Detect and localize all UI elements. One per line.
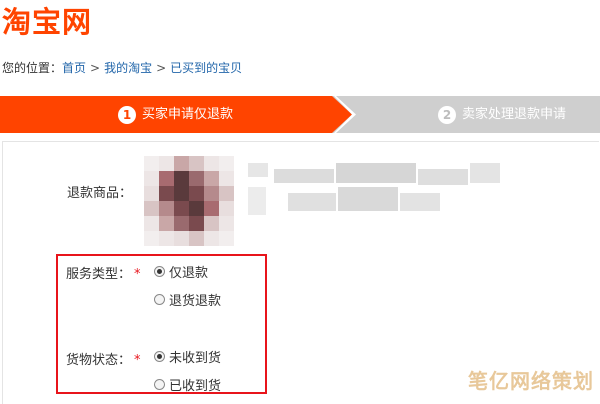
step-1-number: 1	[118, 105, 136, 124]
option-not-received-label: 未收到货	[169, 351, 222, 366]
required-mark: *	[134, 353, 141, 368]
thumbnail-pixel	[204, 171, 219, 186]
breadcrumb-separator: >	[90, 61, 101, 75]
step-2-label: 卖家处理退款申请	[462, 107, 567, 122]
thumbnail-pixel	[204, 186, 219, 201]
thumbnail-pixel	[174, 156, 189, 171]
option-return-refund[interactable]: 退货退款	[154, 290, 221, 309]
radio-checked-icon[interactable]	[154, 266, 165, 277]
option-received[interactable]: 已收到货	[154, 375, 221, 394]
required-mark: *	[134, 267, 141, 282]
taobao-logo[interactable]: 淘宝网	[2, 2, 92, 42]
breadcrumb-home-link[interactable]: 首页	[62, 61, 86, 75]
thumbnail-pixel	[204, 216, 219, 231]
thumbnail-pixel	[189, 156, 204, 171]
thumbnail-pixel	[219, 186, 234, 201]
refund-goods-label: 退款商品：	[67, 186, 133, 201]
progress-steps: 1 买家申请仅退款 2 卖家处理退款申请	[0, 96, 600, 133]
thumbnail-pixel	[159, 231, 174, 246]
breadcrumb: 您的位置：首页 > 我的淘宝 > 已买到的宝贝	[2, 60, 242, 76]
thumbnail-pixel	[174, 186, 189, 201]
thumbnail-pixel	[144, 156, 159, 171]
thumbnail-pixel	[189, 201, 204, 216]
option-return-refund-label: 退货退款	[169, 294, 222, 309]
thumbnail-pixel	[144, 231, 159, 246]
option-not-received[interactable]: 未收到货	[154, 347, 221, 366]
step-1-label: 买家申请仅退款	[142, 107, 234, 122]
goods-status-label: 货物状态： *	[66, 353, 141, 368]
thumbnail-pixel	[174, 201, 189, 216]
watermark: 笔亿网络策划	[468, 369, 594, 393]
radio-checked-icon[interactable]	[154, 351, 165, 362]
thumbnail-pixel	[219, 216, 234, 231]
thumbnail-pixel	[159, 171, 174, 186]
thumbnail-pixel	[174, 171, 189, 186]
step-2: 2 卖家处理退款申请	[438, 96, 566, 133]
thumbnail-pixel	[144, 171, 159, 186]
option-refund-only[interactable]: 仅退款	[154, 262, 208, 281]
thumbnail-pixel	[189, 171, 204, 186]
breadcrumb-separator: >	[156, 61, 167, 75]
breadcrumb-purchased-link[interactable]: 已买到的宝贝	[170, 61, 242, 75]
service-type-label: 服务类型： *	[66, 267, 141, 282]
thumbnail-pixel	[159, 186, 174, 201]
thumbnail-pixel	[219, 156, 234, 171]
thumbnail-pixel	[189, 216, 204, 231]
thumbnail-pixel	[144, 201, 159, 216]
breadcrumb-prefix: 您的位置：	[2, 61, 63, 75]
thumbnail-pixel	[219, 171, 234, 186]
thumbnail-pixel	[204, 201, 219, 216]
product-thumbnail[interactable]	[144, 156, 234, 246]
step-2-number: 2	[438, 105, 456, 124]
thumbnail-pixel	[219, 201, 234, 216]
thumbnail-pixel	[159, 156, 174, 171]
step-1: 1 买家申请仅退款	[118, 96, 233, 133]
thumbnail-pixel	[159, 216, 174, 231]
radio-unchecked-icon[interactable]	[154, 294, 165, 305]
breadcrumb-my-taobao-link[interactable]: 我的淘宝	[104, 61, 152, 75]
thumbnail-pixel	[144, 186, 159, 201]
thumbnail-pixel	[204, 231, 219, 246]
thumbnail-pixel	[219, 231, 234, 246]
thumbnail-pixel	[174, 231, 189, 246]
thumbnail-pixel	[189, 231, 204, 246]
radio-unchecked-icon[interactable]	[154, 379, 165, 390]
option-received-label: 已收到货	[169, 379, 222, 394]
thumbnail-pixel	[204, 156, 219, 171]
option-refund-only-label: 仅退款	[169, 266, 209, 281]
thumbnail-pixel	[174, 216, 189, 231]
product-title-blurred[interactable]	[248, 155, 508, 220]
thumbnail-pixel	[144, 216, 159, 231]
thumbnail-pixel	[159, 201, 174, 216]
thumbnail-pixel	[189, 186, 204, 201]
